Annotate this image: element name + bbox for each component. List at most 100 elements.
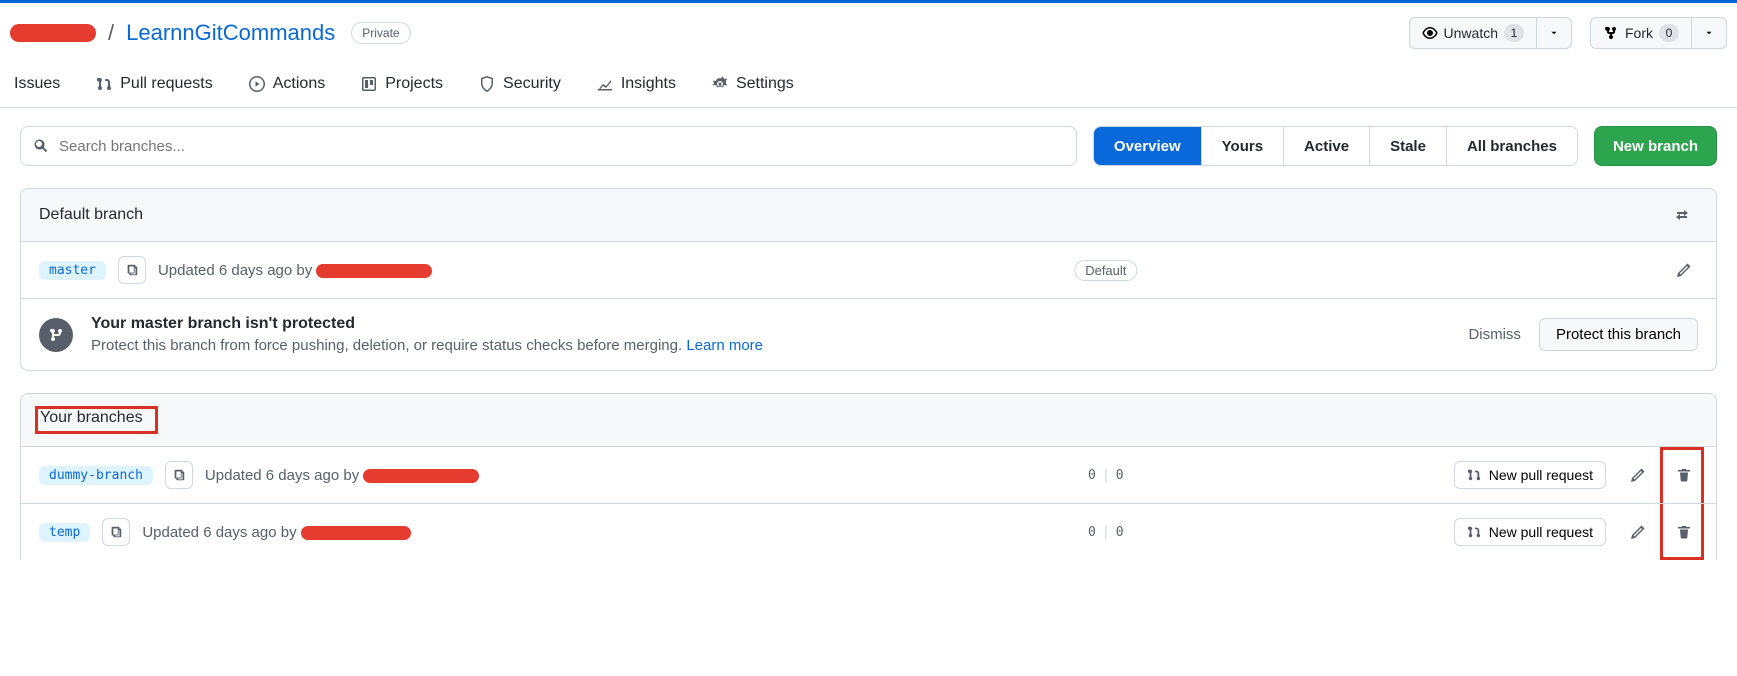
repo-nav: Issues Pull requests Actions Projects Se… xyxy=(0,57,1737,108)
branch-filter-tabs: Overview Yours Active Stale All branches xyxy=(1093,126,1578,166)
default-branch-row: master Updated 6 days ago by Default xyxy=(21,242,1716,299)
behind-count: 0 xyxy=(1088,468,1096,483)
gear-icon xyxy=(712,76,728,92)
pull-request-icon xyxy=(1467,525,1481,539)
protect-branch-button[interactable]: Protect this branch xyxy=(1539,318,1698,351)
shield-icon xyxy=(479,76,495,92)
branch-protection-icon-circle xyxy=(39,318,73,352)
git-branch-icon xyxy=(48,327,64,343)
default-badge: Default xyxy=(1074,260,1137,281)
your-branches-header: Your branches xyxy=(21,394,1716,447)
tab-overview[interactable]: Overview xyxy=(1094,127,1202,165)
dismiss-link[interactable]: Dismiss xyxy=(1468,326,1521,343)
graph-icon xyxy=(597,76,613,92)
your-branches-panel: Your branches dummy-branch Updated 6 day… xyxy=(20,393,1717,560)
branch-chip[interactable]: temp xyxy=(39,523,90,542)
chevron-down-icon xyxy=(1549,28,1559,38)
unwatch-label: Unwatch xyxy=(1444,25,1498,41)
new-pull-request-button[interactable]: New pull request xyxy=(1454,518,1606,546)
branch-chip-master[interactable]: master xyxy=(39,261,106,280)
behind-ahead: 0 | 0 xyxy=(1088,525,1123,540)
search-wrap xyxy=(20,126,1077,166)
nav-security-label: Security xyxy=(503,75,561,93)
breadcrumb-slash: / xyxy=(108,20,114,46)
unwatch-dropdown[interactable] xyxy=(1537,17,1572,49)
copy-icon xyxy=(172,468,186,482)
fork-count: 0 xyxy=(1659,24,1679,42)
updated-text: Updated 6 days ago by xyxy=(205,467,479,484)
new-pr-label: New pull request xyxy=(1489,524,1593,540)
eye-icon xyxy=(1422,25,1438,41)
repo-header: / LearnnGitCommands Private Unwatch 1 Fo… xyxy=(0,3,1737,57)
pull-request-icon xyxy=(1467,468,1481,482)
copy-branch-button[interactable] xyxy=(118,256,146,284)
updated-text: Updated 6 days ago by xyxy=(158,262,432,279)
ahead-count: 0 xyxy=(1116,525,1124,540)
rename-branch-button[interactable] xyxy=(1670,256,1698,284)
nav-pull-requests[interactable]: Pull requests xyxy=(92,65,217,107)
unwatch-button[interactable]: Unwatch 1 xyxy=(1409,17,1537,49)
your-branches-title: Your branches xyxy=(35,406,158,434)
branch-row: temp Updated 6 days ago by 0 | 0 New pul… xyxy=(21,504,1716,560)
nav-settings[interactable]: Settings xyxy=(708,65,798,107)
play-circle-icon xyxy=(249,76,265,92)
trash-icon xyxy=(1676,467,1692,483)
unwatch-button-group: Unwatch 1 xyxy=(1409,17,1572,49)
branches-toolbar: Overview Yours Active Stale All branches… xyxy=(20,126,1717,166)
fork-label: Fork xyxy=(1625,25,1653,41)
fork-button[interactable]: Fork 0 xyxy=(1590,17,1692,49)
copy-icon xyxy=(125,263,139,277)
copy-icon xyxy=(109,525,123,539)
fork-dropdown[interactable] xyxy=(1692,17,1727,49)
delete-branch-button[interactable] xyxy=(1670,518,1698,546)
branch-chip[interactable]: dummy-branch xyxy=(39,466,153,485)
visibility-badge: Private xyxy=(351,22,410,44)
default-branch-title: Default branch xyxy=(39,206,143,224)
pencil-icon xyxy=(1630,524,1646,540)
rename-branch-button[interactable] xyxy=(1624,518,1652,546)
pull-request-icon xyxy=(96,76,112,92)
nav-actions[interactable]: Actions xyxy=(245,65,329,107)
behind-count: 0 xyxy=(1088,525,1096,540)
repo-name-link[interactable]: LearnnGitCommands xyxy=(126,20,335,46)
projects-icon xyxy=(361,76,377,92)
tab-yours[interactable]: Yours xyxy=(1202,127,1284,165)
search-input[interactable] xyxy=(21,127,1076,165)
tab-stale[interactable]: Stale xyxy=(1370,127,1447,165)
behind-ahead: 0 | 0 xyxy=(1088,468,1123,483)
delete-branch-button[interactable] xyxy=(1670,461,1698,489)
pencil-icon xyxy=(1676,262,1692,278)
nav-issues[interactable]: Issues xyxy=(10,65,64,107)
switch-default-button[interactable] xyxy=(1668,201,1696,229)
switch-arrows-icon xyxy=(1674,206,1690,224)
branch-row: dummy-branch Updated 6 days ago by 0 | 0… xyxy=(21,447,1716,504)
nav-security[interactable]: Security xyxy=(475,65,565,107)
pencil-icon xyxy=(1630,467,1646,483)
new-branch-button[interactable]: New branch xyxy=(1594,126,1717,166)
copy-branch-button[interactable] xyxy=(102,518,130,546)
rename-branch-button[interactable] xyxy=(1624,461,1652,489)
ahead-count: 0 xyxy=(1116,468,1124,483)
chevron-down-icon xyxy=(1704,28,1714,38)
new-pull-request-button[interactable]: New pull request xyxy=(1454,461,1606,489)
protect-banner: Your master branch isn't protected Prote… xyxy=(21,299,1716,370)
default-branch-panel: Default branch master Updated 6 days ago… xyxy=(20,188,1717,371)
copy-branch-button[interactable] xyxy=(165,461,193,489)
nav-issues-label: Issues xyxy=(14,75,60,93)
default-branch-header: Default branch xyxy=(21,189,1716,242)
fork-button-group: Fork 0 xyxy=(1590,17,1727,49)
new-pr-label: New pull request xyxy=(1489,467,1593,483)
nav-projects[interactable]: Projects xyxy=(357,65,447,107)
nav-actions-label: Actions xyxy=(273,75,325,93)
owner-redacted xyxy=(10,24,96,42)
nav-settings-label: Settings xyxy=(736,75,794,93)
nav-insights[interactable]: Insights xyxy=(593,65,680,107)
search-icon xyxy=(33,138,49,154)
tab-all-branches[interactable]: All branches xyxy=(1447,127,1577,165)
tab-active[interactable]: Active xyxy=(1284,127,1370,165)
nav-pull-requests-label: Pull requests xyxy=(120,75,213,93)
learn-more-link[interactable]: Learn more xyxy=(686,337,763,354)
fork-icon xyxy=(1603,25,1619,41)
nav-projects-label: Projects xyxy=(385,75,443,93)
author-redacted xyxy=(363,469,479,483)
